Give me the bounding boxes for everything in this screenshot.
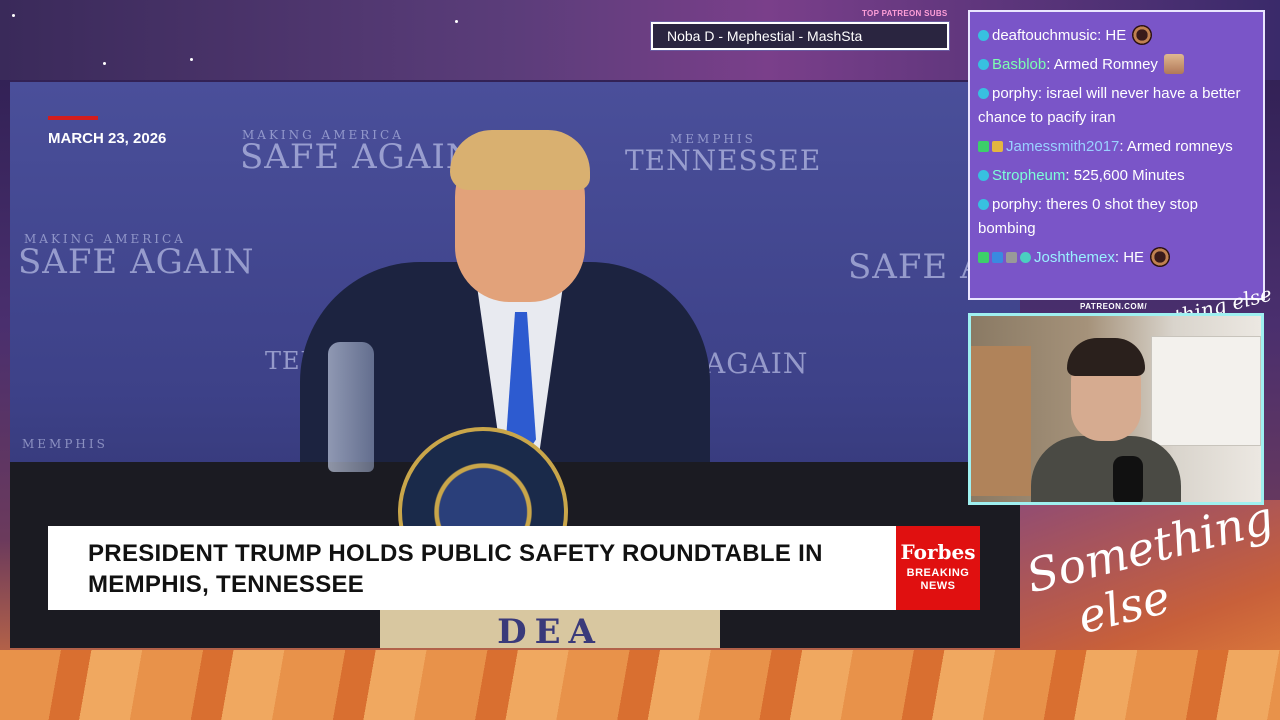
date-accent-bar [48,116,98,120]
news-label: NEWS [920,580,956,592]
star-decoration [103,62,106,65]
forbes-logo: Forbes [900,540,976,564]
chat-text: : HE [1097,27,1131,44]
webcam-dresser [1151,336,1261,446]
chat-message: Jamessmith2017: Armed romneys [978,135,1255,159]
chat-text: : Armed Romney [1046,56,1163,73]
backdrop-text: TENNESSEE [625,144,822,177]
breaking-label: BREAKING [906,567,970,579]
chat-emote-icon [1132,25,1153,45]
chat-panel[interactable]: deaftouchmusic: HE Basblob: Armed Romney… [968,10,1265,300]
star-decoration [190,58,193,61]
microphone-icon [1113,456,1143,502]
chat-badge-icon [1020,252,1031,263]
video-player[interactable]: MAKING AMERICA SAFE AGAIN MEMPHIS TENNES… [10,82,1020,648]
chat-emote-icon [1150,247,1171,267]
chat-message: porphy: israel will never have a better … [978,82,1255,130]
overlay-bottom-background [0,650,1280,720]
chat-text: : HE [1114,249,1149,266]
chat-emote-icon [1164,54,1185,74]
backdrop-text: SAFE AGAIN [18,242,255,282]
top-subs-ticker: Noba D - Mephestial - MashSta [651,22,949,50]
chat-username[interactable]: Joshthemex [1034,249,1115,266]
chat-username[interactable]: Stropheum [992,167,1065,184]
backdrop-text: MEMPHIS [22,437,108,451]
backdrop-text: AGAIN [705,347,809,380]
chat-message: Stropheum: 525,600 Minutes [978,164,1255,188]
chat-badge-icon [978,170,989,181]
forbes-breaking-news-logo: Forbes BREAKING NEWS [896,526,980,610]
streamer-hair [1067,338,1145,376]
star-decoration [12,14,15,17]
chat-text: : 525,600 Minutes [1065,167,1185,184]
star-decoration [455,20,458,23]
chat-badge-icon [978,59,989,70]
chat-username[interactable]: Jamessmith2017 [1006,138,1119,155]
backdrop-text: SAFE AGAIN [240,137,477,177]
broadcast-date: MARCH 23, 2026 [48,130,167,147]
chat-badge-icon [978,88,989,99]
chat-text: : Armed romneys [1119,138,1233,155]
chat-badge-icon [978,141,989,152]
speaker-hair [450,130,590,190]
chat-message: Joshthemex: HE [978,246,1255,270]
chat-username[interactable]: Basblob [992,56,1046,73]
chat-badge-icon [978,199,989,210]
podium-sign: DEA [380,607,720,648]
webcam-feed [968,313,1264,505]
chat-username[interactable]: deaftouchmusic [992,27,1097,44]
chat-badge-icon [992,141,1003,152]
chat-message: porphy: theres 0 shot they stop bombing [978,193,1255,241]
patreon-url: PATREON.COM/ [1080,302,1148,311]
chat-username[interactable]: porphy [992,196,1038,213]
chat-badge-icon [1006,252,1017,263]
lower-third-banner: PRESIDENT TRUMP HOLDS PUBLIC SAFETY ROUN… [48,526,896,610]
chat-badge-icon [992,252,1003,263]
chat-message: deaftouchmusic: HE [978,24,1255,48]
chat-badge-icon [978,30,989,41]
webcam-shelf [971,346,1031,496]
water-bottle [328,342,374,472]
top-subs-label: TOP PATREON SUBS [862,9,948,18]
news-headline: PRESIDENT TRUMP HOLDS PUBLIC SAFETY ROUN… [88,540,823,598]
streamer-body [1031,436,1181,502]
chat-badge-icon [978,252,989,263]
chat-message: Basblob: Armed Romney [978,53,1255,77]
chat-username[interactable]: porphy [992,85,1038,102]
